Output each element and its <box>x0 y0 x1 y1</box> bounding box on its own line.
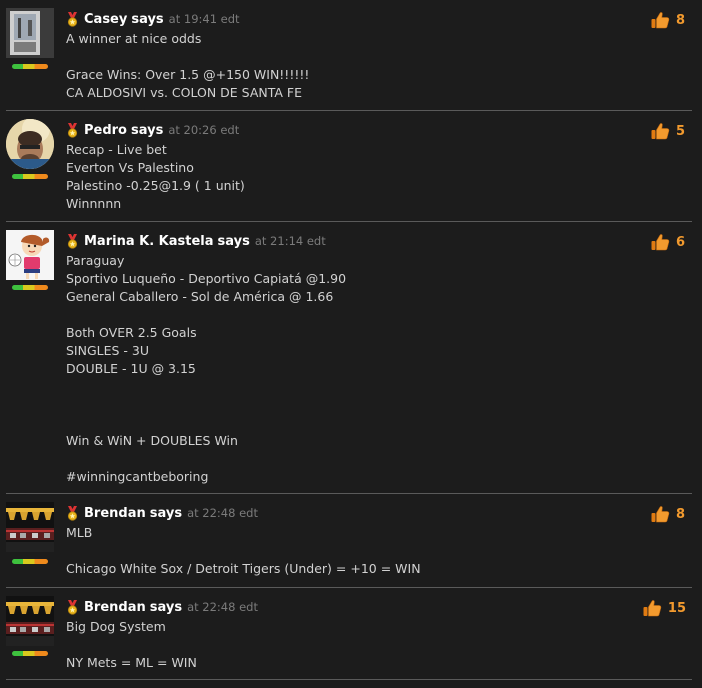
comment-line <box>66 414 626 432</box>
thumbs-up-icon[interactable] <box>642 598 662 618</box>
photo-avatar[interactable] <box>6 8 54 58</box>
comment-line <box>66 378 626 396</box>
comment-line: DOUBLE - 1U @ 3.15 <box>66 361 196 376</box>
comment-line: Palestino -0.25@1.9 ( 1 unit) <box>66 178 245 193</box>
vote-button[interactable]: 8 <box>650 504 686 524</box>
author-name[interactable]: Marina K. Kastela <box>84 234 214 249</box>
comment-line: Recap - Live bet <box>66 142 167 157</box>
medal-icon <box>66 11 79 27</box>
medal-icon <box>66 233 79 249</box>
comment-line: Big Dog System <box>66 619 166 634</box>
comment-body: Recap - Live bet Everton Vs Palestino Pale… <box>66 141 626 213</box>
says-label: says <box>217 233 250 249</box>
comment-divider <box>6 679 692 680</box>
comment-item: Pedro says at 20:26 edt Recap - Live bet Eve… <box>0 111 702 222</box>
author-name[interactable]: Casey <box>84 12 127 27</box>
comment-body: A winner at nice odds Grace Wins: Over 1.… <box>66 30 626 102</box>
author-name[interactable]: Pedro <box>84 123 127 138</box>
comment-line: Paraguay <box>66 253 125 268</box>
comment-timestamp: at 21:14 edt <box>254 234 326 248</box>
comment-line: Everton Vs Palestino <box>66 160 194 175</box>
vote-button[interactable]: 5 <box>650 121 686 141</box>
user-rating-bar <box>12 651 48 656</box>
comment-line: Winnnnn <box>66 196 122 211</box>
comment-line: SINGLES - 3U <box>66 343 150 358</box>
vote-button[interactable]: 8 <box>650 10 686 30</box>
says-label: says <box>149 599 183 615</box>
medal-icon <box>66 122 79 138</box>
says-label: says <box>131 122 164 138</box>
says-label: says <box>131 11 164 27</box>
thumbs-up-icon[interactable] <box>650 504 670 524</box>
comment-header: Casey says at 19:41 edt <box>66 10 240 28</box>
comment-timestamp: at 20:26 edt <box>168 123 240 137</box>
comment-line: General Caballero - Sol de América @ 1.6… <box>66 289 334 304</box>
comment-item: Marina K. Kastela says at 21:14 edt Paragua… <box>0 222 702 494</box>
comment-line: #winningcantbeboring <box>66 469 209 484</box>
user-rating-bar <box>12 559 48 564</box>
man-avatar[interactable] <box>6 119 54 169</box>
user-rating-bar <box>12 174 48 179</box>
user-rating-bar <box>12 64 48 69</box>
comment-line: Sportivo Luqueño - Deportivo Capiatá @1.… <box>66 271 347 286</box>
comment-line <box>66 636 626 654</box>
vote-count: 15 <box>667 600 686 616</box>
medal-icon <box>66 599 79 615</box>
thumbs-up-icon[interactable] <box>650 10 670 30</box>
user-rating-bar <box>12 285 48 290</box>
vote-count: 5 <box>676 123 686 139</box>
comment-line: NY Mets = ML = WIN <box>66 655 197 670</box>
comment-item: Brendan says at 22:48 edt MLB Chicago White … <box>0 494 702 588</box>
comment-line: MLB <box>66 525 93 540</box>
author-name[interactable]: Brendan <box>84 506 146 521</box>
comment-line: A winner at nice odds <box>66 31 202 46</box>
vote-count: 8 <box>676 506 686 522</box>
stadium-avatar[interactable] <box>6 502 54 552</box>
author-name[interactable]: Brendan <box>84 600 146 615</box>
comment-item: Brendan says at 22:48 edt Big Dog System NY … <box>0 588 702 680</box>
comment-line <box>66 48 626 66</box>
comment-timestamp: at 22:48 edt <box>187 600 258 614</box>
thumbs-up-icon[interactable] <box>650 232 670 252</box>
comment-line: Both OVER 2.5 Goals <box>66 325 197 340</box>
vote-count: 8 <box>676 12 686 28</box>
comment-header: Brendan says at 22:48 edt <box>66 504 258 522</box>
vote-button[interactable]: 15 <box>642 598 686 618</box>
comment-body: Big Dog System NY Mets = ML = WIN <box>66 618 626 672</box>
comment-body: MLB Chicago White Sox / Detroit Tigers (U… <box>66 524 626 578</box>
comment-timestamp: at 22:48 edt <box>187 506 258 520</box>
comment-body: Paraguay Sportivo Luqueño - Deportivo Cap… <box>66 252 626 486</box>
cartoon-girl-avatar[interactable] <box>6 230 54 280</box>
comment-item: Casey says at 19:41 edt A winner at nice od… <box>0 0 702 111</box>
stadium-avatar[interactable] <box>6 596 54 646</box>
comment-line <box>66 450 626 468</box>
comment-timestamp: at 19:41 edt <box>168 12 240 26</box>
comment-line <box>66 396 626 414</box>
comment-header: Pedro says at 20:26 edt <box>66 121 239 139</box>
comment-line <box>66 306 626 324</box>
vote-count: 6 <box>676 234 686 250</box>
medal-icon <box>66 505 79 521</box>
comment-line: CA ALDOSIVI vs. COLON DE SANTA FE <box>66 85 303 100</box>
comment-header: Brendan says at 22:48 edt <box>66 598 258 616</box>
comment-line: Win & WiN + DOUBLES Win <box>66 433 238 448</box>
thumbs-up-icon[interactable] <box>650 121 670 141</box>
comment-line: Chicago White Sox / Detroit Tigers (Unde… <box>66 561 421 576</box>
comment-line: Grace Wins: Over 1.5 @+150 WIN!!!!!! <box>66 67 310 82</box>
comment-line <box>66 542 626 560</box>
vote-button[interactable]: 6 <box>650 232 686 252</box>
says-label: says <box>149 505 183 521</box>
comment-header: Marina K. Kastela says at 21:14 edt <box>66 232 326 250</box>
